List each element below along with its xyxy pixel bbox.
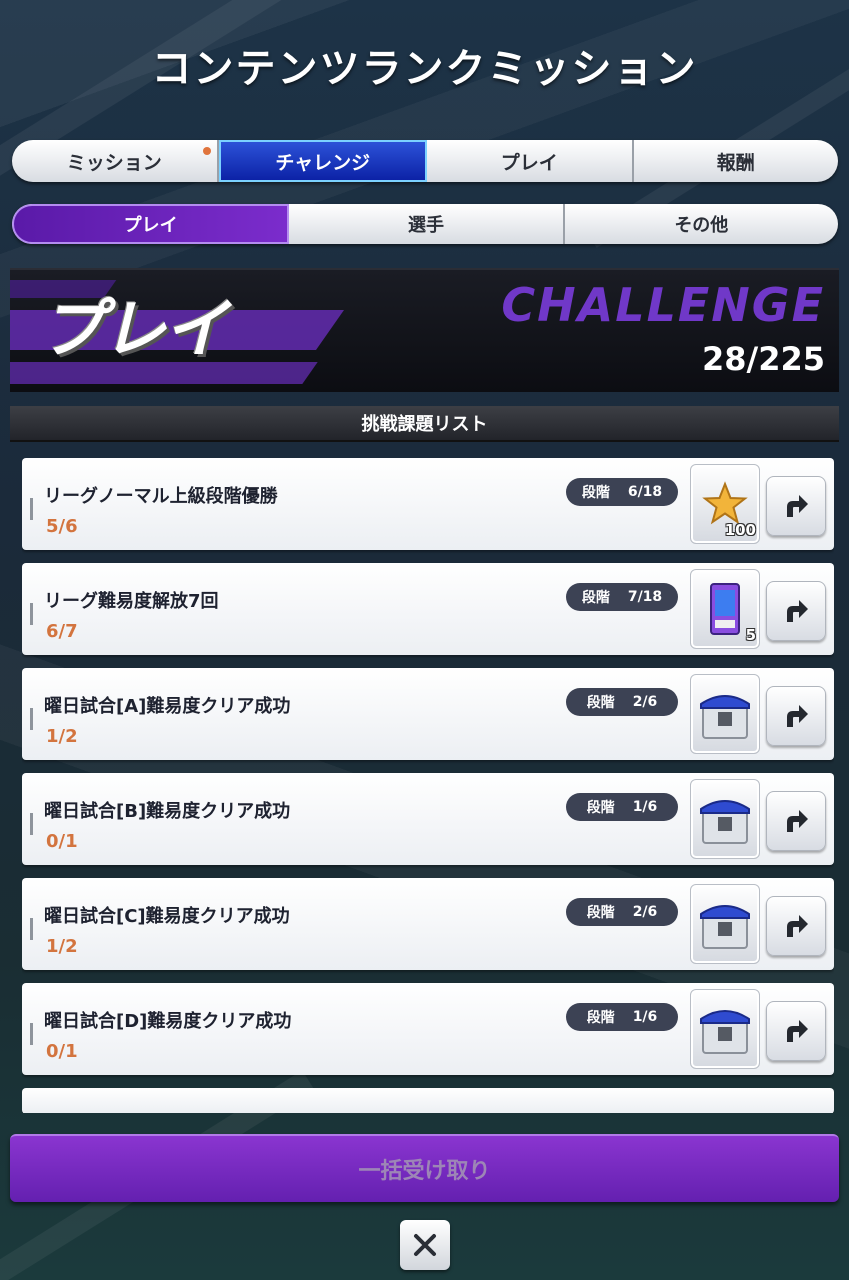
arrow-icon xyxy=(787,705,808,727)
mission-item: 曜日試合[D]難易度クリア成功 0/1 段階 1/6 xyxy=(22,983,834,1075)
arrow-icon xyxy=(787,600,808,622)
arrow-icon xyxy=(787,1020,808,1042)
bulk-receive-button[interactable]: 一括受け取り xyxy=(10,1134,839,1202)
go-to-mission-button[interactable] xyxy=(766,581,826,641)
challenge-banner: プレイ CHALLENGE 28/225 xyxy=(10,268,839,392)
mission-name: 曜日試合[B]難易度クリア成功 xyxy=(44,801,291,822)
subtab-label: その他 xyxy=(674,215,729,236)
stage-value: 6/18 xyxy=(627,484,663,500)
mission-progress: 0/1 xyxy=(46,1041,78,1062)
tab-label: 報酬 xyxy=(716,151,755,174)
reward-slot[interactable] xyxy=(690,779,760,859)
arrow-icon xyxy=(787,915,808,937)
mission-list[interactable]: リーグノーマル上級段階優勝 5/6 段階 6/18 100 リーグ難易度解放7回… xyxy=(22,458,834,1113)
page-title: コンテンツランクミッション xyxy=(151,46,698,92)
reward-amount: 100 xyxy=(724,521,756,539)
reward-slot[interactable]: 5 xyxy=(690,569,760,649)
go-to-mission-button[interactable] xyxy=(766,791,826,851)
mission-progress: 1/2 xyxy=(46,726,78,747)
mission-item: リーグ難易度解放7回 6/7 段階 7/18 5 xyxy=(22,563,834,655)
reward-slot[interactable]: 100 xyxy=(690,464,760,544)
mission-item xyxy=(22,1088,834,1113)
stage-value: 2/6 xyxy=(632,694,658,710)
list-header: 挑戦課題リスト xyxy=(10,406,839,442)
stage-label: 段階 xyxy=(586,1010,615,1026)
mission-item: 曜日試合[B]難易度クリア成功 0/1 段階 1/6 xyxy=(22,773,834,865)
stage-label: 段階 xyxy=(581,485,610,501)
go-to-mission-button[interactable] xyxy=(766,476,826,536)
stage-label: 段階 xyxy=(586,800,615,816)
arrow-icon xyxy=(787,810,808,832)
stage-badge: 段階 6/18 xyxy=(566,478,678,506)
tab-label: チャレンジ xyxy=(275,151,371,174)
go-to-mission-button[interactable] xyxy=(766,686,826,746)
tab-label: ミッション xyxy=(66,151,162,174)
stage-value: 1/6 xyxy=(632,799,658,815)
stage-label: 段階 xyxy=(586,905,615,921)
mission-item: リーグノーマル上級段階優勝 5/6 段階 6/18 100 xyxy=(22,458,834,550)
sub-tab-bar: プレイ 選手 その他 xyxy=(12,204,838,244)
close-button[interactable] xyxy=(400,1220,450,1270)
stage-badge: 段階 2/6 xyxy=(566,898,678,926)
mission-name: 曜日試合[C]難易度クリア成功 xyxy=(44,906,290,927)
mission-name: リーグノーマル上級段階優勝 xyxy=(44,486,278,507)
go-to-mission-button[interactable] xyxy=(766,896,826,956)
banner-category-label: プレイ xyxy=(40,293,228,367)
stage-label: 段階 xyxy=(586,695,615,711)
crate-icon xyxy=(700,1010,750,1054)
mission-progress: 0/1 xyxy=(46,831,78,852)
mission-name: リーグ難易度解放7回 xyxy=(44,591,219,612)
stage-label: 段階 xyxy=(581,590,610,606)
crate-icon xyxy=(700,695,750,739)
stage-value: 1/6 xyxy=(632,1009,658,1025)
reward-slot[interactable] xyxy=(690,989,760,1069)
mission-progress: 5/6 xyxy=(46,516,78,537)
tab-mission[interactable]: ミッション xyxy=(12,140,219,182)
main-tab-bar: ミッション チャレンジ プレイ 報酬 xyxy=(12,140,838,182)
crate-icon xyxy=(700,800,750,844)
mission-name: 曜日試合[D]難易度クリア成功 xyxy=(44,1011,292,1032)
stage-value: 2/6 xyxy=(632,904,658,920)
subtab-play[interactable]: プレイ xyxy=(12,204,290,244)
go-to-mission-button[interactable] xyxy=(766,1001,826,1061)
subtab-label: プレイ xyxy=(123,215,178,236)
crate-icon xyxy=(700,905,750,949)
tab-play[interactable]: プレイ xyxy=(427,140,634,182)
notification-dot xyxy=(202,147,211,155)
challenge-count: 28/225 xyxy=(701,340,825,378)
card-pack-icon xyxy=(710,583,740,635)
subtab-label: 選手 xyxy=(407,215,444,236)
mission-name: 曜日試合[A]難易度クリア成功 xyxy=(44,696,291,717)
reward-amount: 5 xyxy=(745,626,756,644)
close-icon xyxy=(414,1234,436,1256)
stage-badge: 段階 2/6 xyxy=(566,688,678,716)
banner-challenge-text: CHALLENGE xyxy=(501,278,825,332)
arrow-icon xyxy=(787,495,808,517)
mission-progress: 1/2 xyxy=(46,936,78,957)
stage-value: 7/18 xyxy=(627,589,663,605)
mission-progress: 6/7 xyxy=(46,621,78,642)
tab-reward[interactable]: 報酬 xyxy=(634,140,839,182)
reward-slot[interactable] xyxy=(690,884,760,964)
mission-item: 曜日試合[C]難易度クリア成功 1/2 段階 2/6 xyxy=(22,878,834,970)
stage-badge: 段階 7/18 xyxy=(566,583,678,611)
mission-item: 曜日試合[A]難易度クリア成功 1/2 段階 2/6 xyxy=(22,668,834,760)
tab-challenge[interactable]: チャレンジ xyxy=(218,140,427,182)
subtab-player[interactable]: 選手 xyxy=(289,204,565,244)
subtab-other[interactable]: その他 xyxy=(565,204,838,244)
stage-badge: 段階 1/6 xyxy=(566,793,678,821)
tab-label: プレイ xyxy=(500,151,558,174)
stage-badge: 段階 1/6 xyxy=(566,1003,678,1031)
reward-slot[interactable] xyxy=(690,674,760,754)
